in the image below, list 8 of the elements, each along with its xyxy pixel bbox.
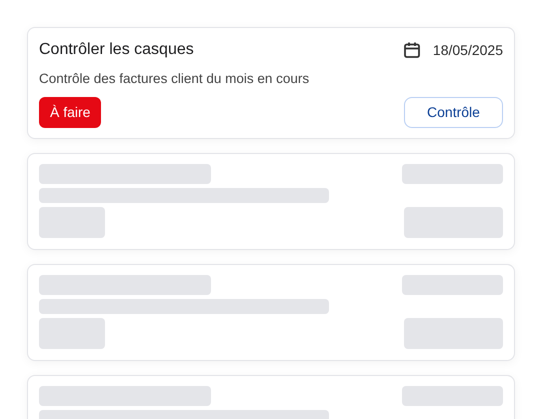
status-badge: À faire [39,97,102,128]
control-button[interactable]: Contrôle [404,97,503,128]
calendar-icon [402,41,421,59]
skeleton-bar [39,207,105,238]
task-title: Contrôler les casques [39,40,194,60]
task-date: 18/05/2025 [432,40,503,60]
task-description: Contrôle des factures client du mois en cours [39,70,310,88]
skeleton-bar [39,318,105,350]
